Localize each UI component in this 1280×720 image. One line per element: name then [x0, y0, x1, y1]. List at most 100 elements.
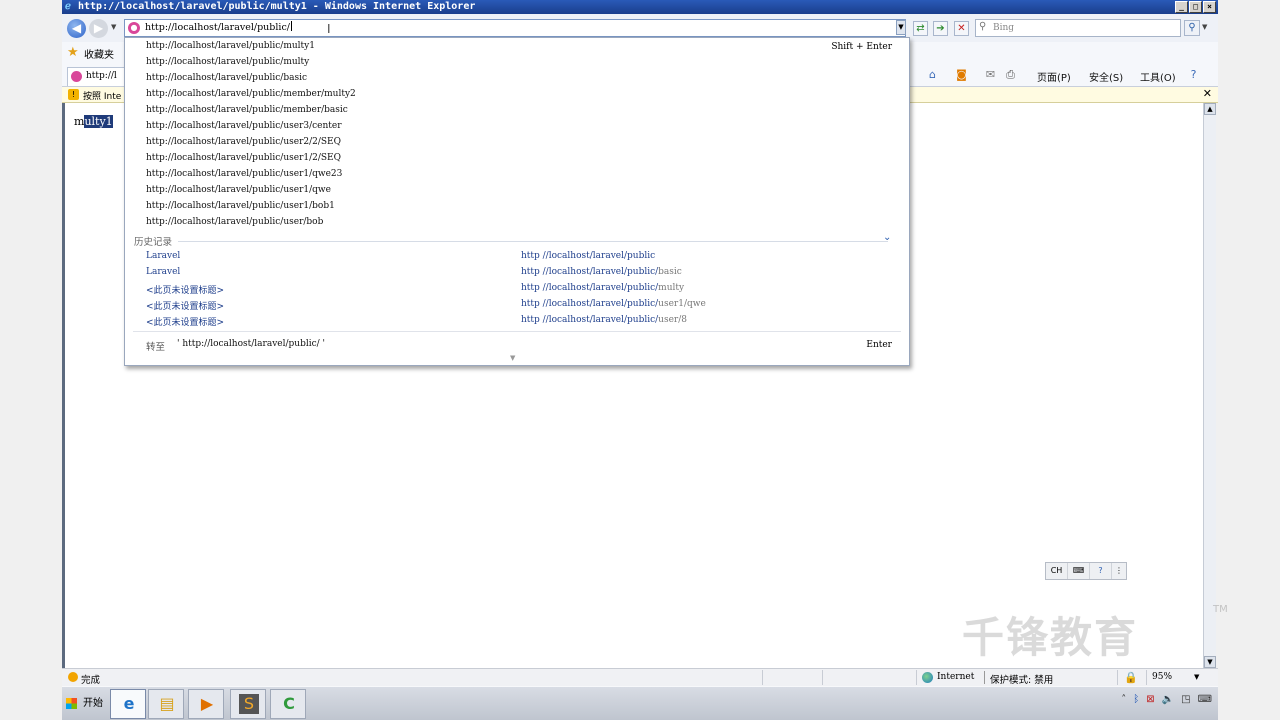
history-url-host: http //localhost/laravel/public/ — [521, 267, 659, 277]
history-url-rest: basic — [658, 267, 682, 277]
chevron-down-icon[interactable]: ⌄ — [883, 232, 891, 243]
history-item-url[interactable]: http //localhost/laravel/public/user/8 — [521, 315, 687, 325]
status-divider — [762, 670, 763, 685]
suggestion-item[interactable]: http://localhost/laravel/public/user1/bo… — [146, 201, 335, 211]
page-favicon-icon: ● — [128, 22, 140, 34]
suggestion-item[interactable]: http://localhost/laravel/public/basic — [146, 73, 307, 83]
taskbar-sublime-button[interactable]: S — [230, 689, 266, 719]
page-text-unselected: m — [74, 115, 85, 128]
window-controls: _ □ × — [1175, 1, 1216, 13]
back-button[interactable]: ◀ — [67, 19, 86, 38]
history-item-url[interactable]: http //localhost/laravel/public/user1/qw… — [521, 299, 706, 309]
history-section-label: 历史记录 — [134, 237, 173, 248]
network-icon[interactable]: ⊠ — [1146, 694, 1154, 705]
feeds-icon[interactable]: ◙ — [955, 68, 968, 81]
internet-zone-icon — [922, 672, 933, 683]
mail-icon[interactable]: ✉ — [984, 68, 997, 81]
watermark-logo: 千锋教育 — [962, 604, 1138, 665]
go-arrow-icon[interactable]: ➔ — [933, 21, 948, 36]
history-item-url[interactable]: http //localhost/laravel/public/multy — [521, 283, 684, 293]
bluetooth-icon[interactable]: ᛒ — [1133, 694, 1139, 705]
suggestion-item[interactable]: http://localhost/laravel/public/user/bob — [146, 217, 323, 227]
help-icon[interactable]: ? — [1187, 68, 1200, 81]
close-button[interactable]: × — [1203, 1, 1216, 13]
resize-grip-icon[interactable]: ▼ — [510, 354, 515, 362]
help-circle-icon[interactable]: ? — [1090, 563, 1112, 579]
scroll-up-icon[interactable]: ▲ — [1204, 103, 1216, 115]
search-box[interactable]: ⚲ Bing — [975, 19, 1181, 37]
desktop-frame: ℯ http://localhost/laravel/public/multy1… — [0, 0, 1280, 720]
history-item-title[interactable]: Laravel — [146, 251, 180, 261]
suggestion-item[interactable]: http://localhost/laravel/public/user1/qw… — [146, 185, 331, 195]
address-input[interactable]: http://localhost/laravel/public/ — [145, 20, 292, 36]
taskbar-media-button[interactable]: ▶ — [188, 689, 224, 719]
goto-divider — [133, 331, 901, 332]
shift-enter-hint: Shift + Enter — [831, 42, 892, 52]
zoom-level[interactable]: 95% — [1152, 672, 1172, 682]
page-body-text: multy1 — [74, 115, 113, 128]
suggestion-item[interactable]: http://localhost/laravel/public/user3/ce… — [146, 121, 342, 131]
recent-pages-dropdown[interactable]: ▼ — [111, 23, 116, 31]
keyboard-icon[interactable]: ⌨ — [1068, 563, 1090, 579]
search-icon[interactable]: ⚲ — [1184, 20, 1200, 36]
print-icon[interactable]: ⎙ — [1004, 68, 1017, 81]
suggestion-item[interactable]: http://localhost/laravel/public/user1/qw… — [146, 169, 342, 179]
vertical-scrollbar[interactable]: ▲ ▼ — [1203, 103, 1216, 668]
start-button[interactable]: 开始 — [65, 692, 105, 716]
tools-menu[interactable]: 工具(O) — [1140, 69, 1176, 84]
home-icon[interactable]: ⌂ — [926, 68, 939, 81]
suggestion-item[interactable]: http://localhost/laravel/public/multy1 — [146, 41, 315, 51]
history-url-rest: multy — [658, 283, 685, 293]
history-url-host: http //localhost/laravel/public/ — [521, 283, 659, 293]
suggestion-item[interactable]: http://localhost/laravel/public/user1/2/… — [146, 153, 341, 163]
favorites-button[interactable]: 收藏夹 — [84, 46, 114, 61]
goto-label[interactable]: 转至 — [146, 339, 165, 353]
goto-url[interactable]: ' http://localhost/laravel/public/ ' — [177, 339, 325, 349]
warning-icon: ! — [68, 89, 79, 100]
scroll-down-icon[interactable]: ▼ — [1204, 656, 1216, 668]
watermark-text: 千锋教育 — [962, 613, 1139, 662]
volume-icon[interactable]: 🔈 — [1162, 694, 1174, 705]
history-item-title[interactable]: <此页未设置标题> — [146, 283, 224, 296]
forward-button[interactable]: ▶ — [89, 19, 108, 38]
privacy-icon[interactable]: 🔒 — [1124, 671, 1138, 684]
history-item-title[interactable]: <此页未设置标题> — [146, 299, 224, 312]
taskbar-app-button[interactable]: C — [270, 689, 306, 719]
history-item-title[interactable]: Laravel — [146, 267, 180, 277]
favorites-star-icon[interactable]: ★ — [67, 45, 79, 60]
suggestion-item[interactable]: http://localhost/laravel/public/member/b… — [146, 105, 348, 115]
security-zone[interactable]: Internet — [937, 672, 974, 682]
suggestion-item[interactable]: http://localhost/laravel/public/member/m… — [146, 89, 356, 99]
show-hidden-icons-icon[interactable]: ˄ — [1121, 694, 1126, 705]
address-dropdown-button[interactable]: ▼ — [896, 20, 906, 35]
address-bar[interactable]: ● http://localhost/laravel/public/ I — [124, 19, 906, 37]
information-bar-close-icon[interactable]: ✕ — [1203, 87, 1212, 100]
address-autocomplete-dropdown: Shift + Enter http://localhost/laravel/p… — [124, 37, 910, 366]
suggestion-item[interactable]: http://localhost/laravel/public/multy — [146, 57, 309, 67]
taskbar-ie-button[interactable]: e — [110, 689, 146, 719]
zoom-dropdown-icon[interactable]: ▼ — [1194, 673, 1199, 681]
minimize-button[interactable]: _ — [1175, 1, 1188, 13]
search-input[interactable]: Bing — [993, 20, 1014, 36]
safety-menu[interactable]: 安全(S) — [1089, 69, 1123, 84]
compatibility-view-icon[interactable]: ⇄ — [913, 21, 928, 36]
language-icon[interactable]: ◳ — [1181, 694, 1190, 705]
folder-icon: ▤ — [159, 694, 175, 713]
history-item-url[interactable]: http //localhost/laravel/public — [521, 251, 655, 261]
text-cursor-icon: I — [327, 22, 331, 36]
options-icon[interactable]: ⋮ — [1112, 563, 1126, 579]
taskbar-explorer-button[interactable]: ▤ — [148, 689, 184, 719]
search-options-dropdown[interactable]: ▼ — [1202, 23, 1207, 31]
stop-icon[interactable]: ✕ — [954, 21, 969, 36]
maximize-button[interactable]: □ — [1189, 1, 1202, 13]
history-item-url[interactable]: http //localhost/laravel/public/basic — [521, 267, 682, 277]
status-text: 完成 — [81, 675, 101, 686]
status-bar: 完成 Internet 保护模式: 禁用 🔒 95% ▼ — [62, 668, 1218, 686]
suggestion-item[interactable]: http://localhost/laravel/public/user2/2/… — [146, 137, 341, 147]
keyboard-tray-icon[interactable]: ⌨ — [1198, 694, 1212, 705]
history-item-title[interactable]: <此页未设置标题> — [146, 315, 224, 328]
tab-current[interactable]: http://l — [67, 67, 127, 86]
protected-mode-status[interactable]: 保护模式: 禁用 — [990, 672, 1053, 686]
page-menu[interactable]: 页面(P) — [1037, 69, 1071, 84]
ime-lang-button[interactable]: CH — [1046, 563, 1068, 579]
